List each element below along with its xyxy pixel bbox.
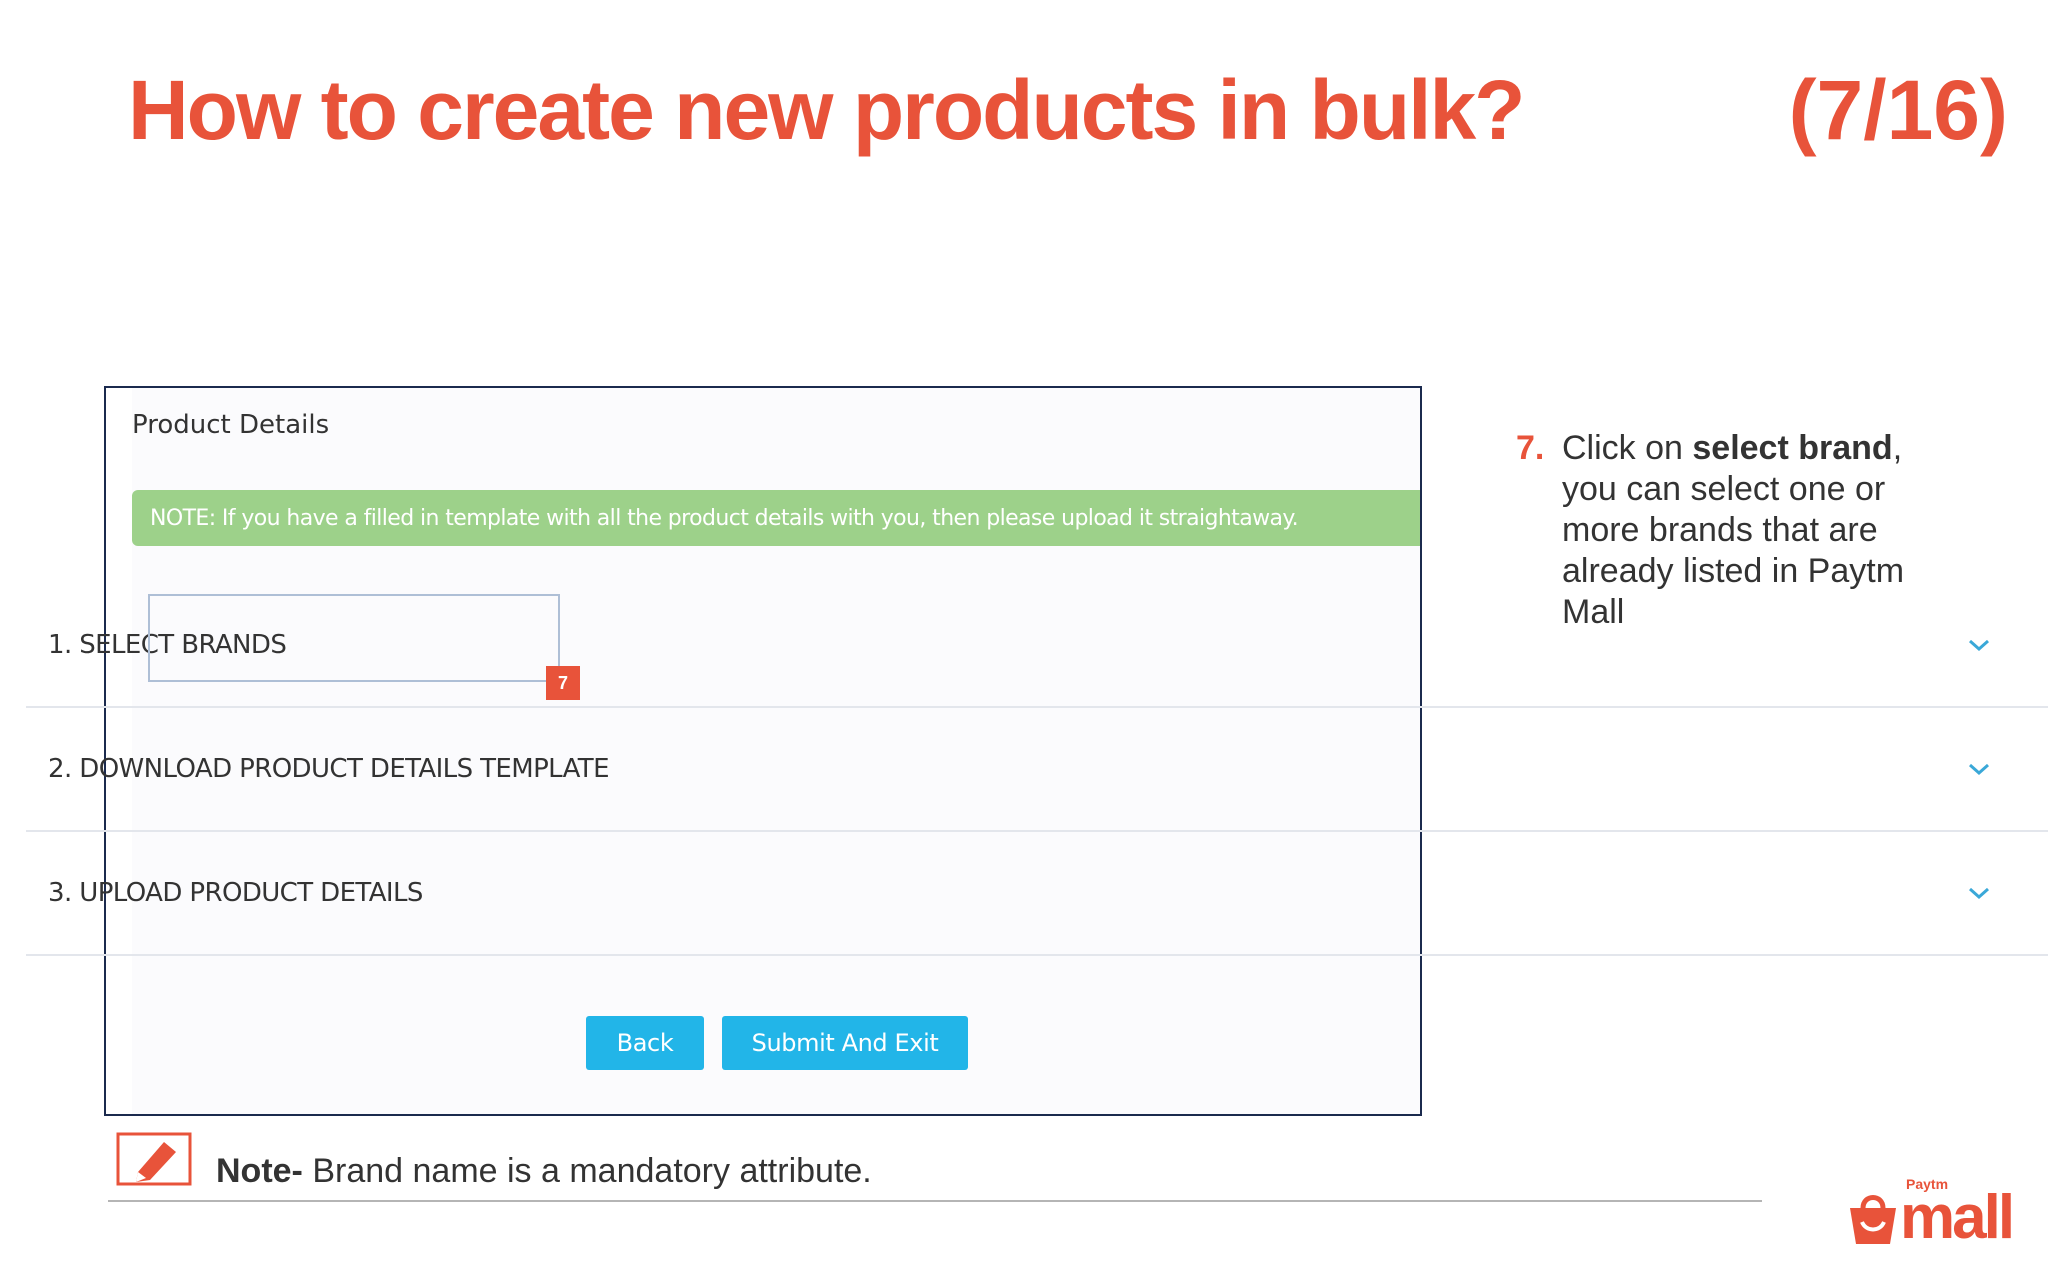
footer-note-label: Note- — [216, 1152, 303, 1190]
note-banner-text: NOTE: If you have a filled in template w… — [150, 505, 1299, 531]
paytm-mall-logo: Paytm mall — [1848, 1176, 2024, 1252]
step-download-template[interactable]: 2. DOWNLOAD PRODUCT DETAILS TEMPLATE — [26, 708, 2048, 832]
step-label: 3. UPLOAD PRODUCT DETAILS — [48, 878, 423, 908]
chevron-down-icon[interactable] — [1966, 635, 1992, 655]
step-upload-details[interactable]: 3. UPLOAD PRODUCT DETAILS — [26, 832, 2048, 956]
note-banner: NOTE: If you have a filled in template w… — [132, 490, 1420, 546]
shopping-bag-icon — [1850, 1195, 1896, 1244]
chevron-down-icon[interactable] — [1966, 883, 1992, 903]
instruction-text-before: Click on — [1562, 429, 1693, 467]
slide-title: How to create new products in bulk? — [128, 63, 1525, 157]
pencil-note-icon — [116, 1132, 192, 1186]
instruction-text: Click on select brand, you can select on… — [1562, 428, 1936, 633]
instruction-number: 7. — [1516, 429, 1545, 467]
chevron-down-icon[interactable] — [1966, 759, 1992, 779]
logo-mall-text: mall — [1900, 1183, 2015, 1252]
footer-note: Note- Brand name is a mandatory attribut… — [216, 1152, 872, 1191]
footer-note-text: Brand name is a mandatory attribute. — [302, 1152, 872, 1190]
step-marker-badge: 7 — [546, 666, 580, 700]
slide-counter: (7/16) — [1788, 63, 2008, 157]
instruction-text-bold: select brand — [1692, 429, 1893, 467]
footer-divider — [108, 1200, 1762, 1202]
back-button[interactable]: Back — [586, 1016, 704, 1070]
submit-and-exit-button[interactable]: Submit And Exit — [722, 1016, 968, 1070]
select-brands-highlight — [148, 594, 560, 682]
panel-heading: Product Details — [132, 410, 330, 440]
instruction-step-7: 7. Click on select brand, you can select… — [1516, 428, 1936, 633]
step-label: 2. DOWNLOAD PRODUCT DETAILS TEMPLATE — [48, 754, 610, 784]
